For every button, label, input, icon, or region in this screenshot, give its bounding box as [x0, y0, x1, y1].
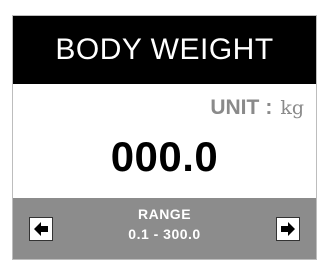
- title-bar: BODY WEIGHT: [13, 16, 316, 84]
- right-arrow-icon: [281, 222, 295, 236]
- panel-title: BODY WEIGHT: [55, 33, 274, 66]
- unit-separator: :: [265, 96, 273, 119]
- range-label: RANGE: [137, 206, 192, 222]
- unit-label: UNIT: [210, 96, 260, 119]
- body-weight-panel: BODY WEIGHT UNIT : kg 000.0 RANGE 0.1 - …: [12, 15, 317, 260]
- weight-value-display: 000.0: [110, 133, 219, 180]
- unit-indicator: UNIT : kg: [210, 96, 304, 120]
- range-bar: RANGE 0.1 - 300.0: [13, 198, 316, 259]
- unit-value: kg: [280, 97, 304, 119]
- range-info: RANGE 0.1 - 300.0: [13, 207, 316, 241]
- next-button[interactable]: [276, 217, 300, 241]
- range-values: 0.1 - 300.0: [128, 226, 201, 242]
